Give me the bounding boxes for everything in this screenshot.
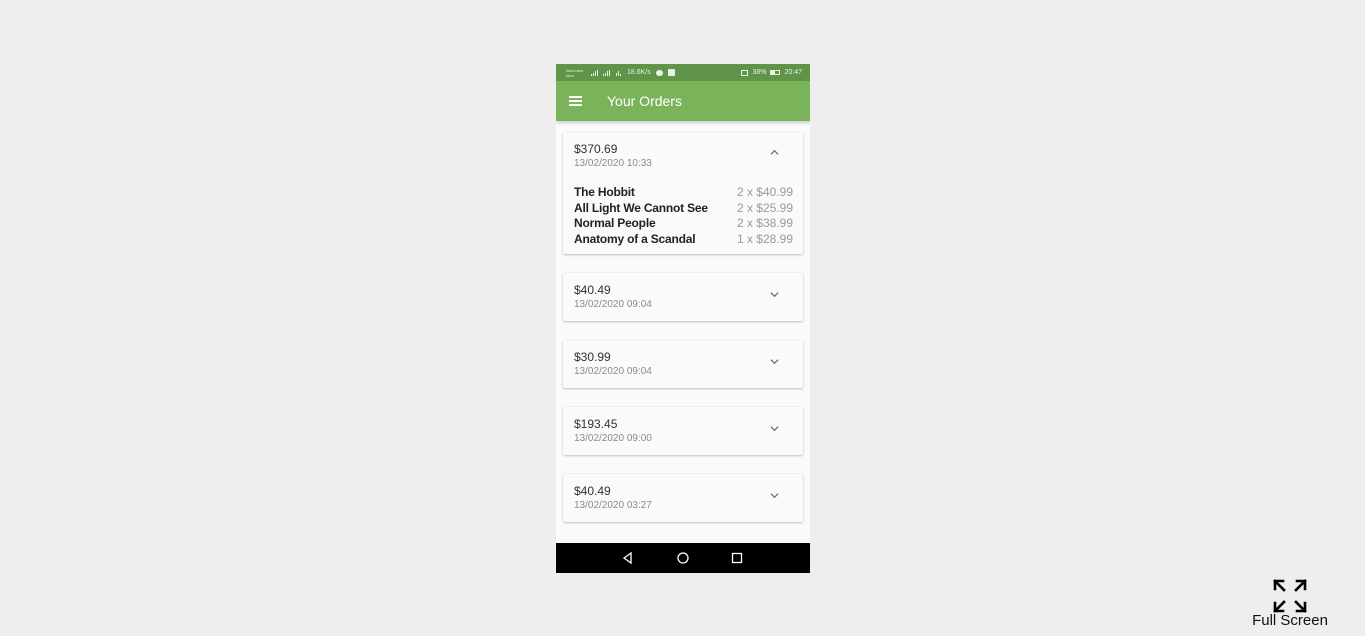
order-total: $40.49 — [574, 484, 611, 498]
item-title: Normal People — [574, 216, 656, 231]
wifi-icon — [615, 70, 622, 76]
item-quantity-price: 2 x $25.99 — [736, 200, 793, 215]
order-date: 13/02/2020 09:00 — [574, 433, 652, 444]
order-items: The Hobbit 2 x $40.99 All Light We Canno… — [574, 185, 793, 247]
order-card[interactable]: $40.49 13/02/2020 09:04 — [563, 273, 803, 321]
order-item: All Light We Cannot See 2 x $25.99 — [574, 201, 793, 217]
expand-arrows-icon — [1273, 579, 1307, 613]
battery-percent: 38% — [752, 69, 767, 76]
chevron-up-icon[interactable] — [770, 148, 779, 157]
clock: 20:47 — [784, 69, 802, 76]
item-title: All Light We Cannot See — [574, 200, 708, 215]
chevron-down-icon[interactable] — [770, 357, 779, 366]
chevron-down-icon[interactable] — [770, 424, 779, 433]
page-title: Your Orders — [607, 93, 682, 109]
chevron-down-icon[interactable] — [770, 491, 779, 500]
network-speed: 18.6K/s — [627, 69, 651, 76]
item-title: The Hobbit — [574, 185, 635, 199]
status-bar: Idea-Idea Idea 18.6K/s 38% 20:47 — [556, 64, 810, 81]
recents-icon[interactable] — [730, 551, 744, 565]
order-total: $30.99 — [574, 350, 611, 364]
nfc-icon — [741, 69, 749, 76]
app-bar: Your Orders — [556, 81, 810, 121]
home-icon[interactable] — [676, 551, 690, 565]
back-icon[interactable] — [621, 551, 635, 565]
order-card[interactable]: $193.45 13/02/2020 09:00 — [563, 407, 803, 455]
phone-screen: Idea-Idea Idea 18.6K/s 38% 20:47 Your Or… — [556, 64, 810, 573]
item-quantity-price: 2 x $38.99 — [736, 216, 793, 231]
order-date: 13/02/2020 10:33 — [574, 158, 652, 169]
linkedin-notification-icon — [667, 69, 675, 76]
message-notification-icon — [655, 69, 663, 76]
battery-icon — [770, 70, 781, 75]
order-card[interactable]: $40.49 13/02/2020 03:27 — [563, 474, 803, 522]
fullscreen-label: Full Screen — [1252, 612, 1328, 629]
order-item: Anatomy of a Scandal 1 x $28.99 — [574, 232, 793, 248]
order-card[interactable]: $30.99 13/02/2020 09:04 — [563, 340, 803, 388]
order-total: $370.69 — [574, 142, 618, 156]
order-date: 13/02/2020 09:04 — [574, 366, 652, 377]
order-total: $40.49 — [574, 283, 611, 297]
order-date: 13/02/2020 03:27 — [574, 500, 652, 511]
order-date: 13/02/2020 09:04 — [574, 299, 652, 310]
carrier-label: Idea-Idea Idea — [566, 67, 583, 78]
order-item: The Hobbit 2 x $40.99 — [574, 185, 793, 201]
android-nav-bar — [556, 543, 810, 573]
item-quantity-price: 2 x $40.99 — [736, 185, 793, 199]
signal-icon-2 — [603, 69, 610, 76]
fullscreen-button[interactable]: Full Screen — [1246, 578, 1334, 630]
item-quantity-price: 1 x $28.99 — [736, 231, 793, 246]
chevron-down-icon[interactable] — [770, 290, 779, 299]
item-title: Anatomy of a Scandal — [574, 231, 696, 246]
order-item: Normal People 2 x $38.99 — [574, 216, 793, 232]
order-card[interactable]: $370.69 13/02/2020 10:33 The Hobbit 2 x … — [563, 132, 803, 254]
hamburger-menu-icon[interactable] — [569, 96, 582, 106]
order-total: $193.45 — [574, 417, 618, 431]
signal-icon — [591, 69, 598, 76]
